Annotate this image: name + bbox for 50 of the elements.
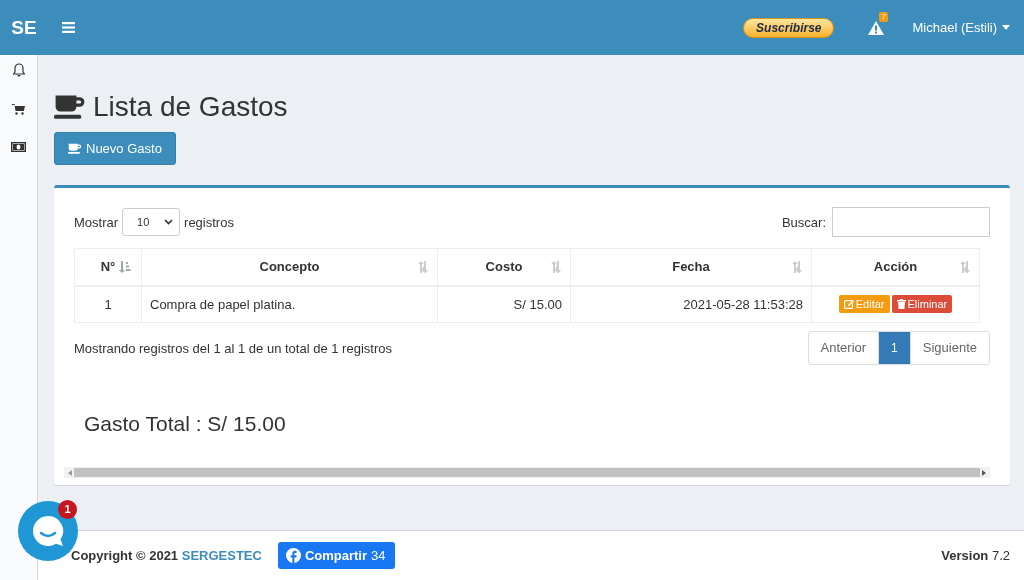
records-label: registros	[184, 214, 234, 230]
table-cell: 2021-05-28 11:53:28	[570, 285, 812, 323]
scroll-right-icon[interactable]	[982, 469, 986, 476]
share-button[interactable]: Compartir 34	[277, 542, 395, 569]
page-button[interactable]: 1	[878, 332, 910, 364]
sort-icon	[417, 261, 429, 273]
caret-icon	[1002, 25, 1010, 30]
page-button[interactable]: Anterior	[808, 332, 879, 364]
table-cell: Compra de papel platina.	[141, 285, 438, 323]
sort-icon	[118, 261, 131, 273]
subscribe-button[interactable]: Suscribirse	[743, 17, 835, 38]
column-header[interactable]: Costo	[437, 248, 571, 286]
column-header[interactable]: N°	[74, 248, 142, 286]
menu-icon[interactable]	[62, 22, 75, 33]
facebook-icon	[285, 548, 301, 563]
table-cell: S/ 15.00	[437, 285, 571, 323]
user-menu[interactable]: Michael (Estili)	[912, 20, 1010, 35]
chevron-down-icon	[164, 219, 174, 225]
show-label: Mostrar	[74, 214, 119, 230]
sort-icon	[959, 261, 971, 273]
table-cell: 1	[74, 285, 142, 323]
horizontal-scrollbar[interactable]	[64, 467, 990, 478]
total-expense: Gasto Total : S/ 15.00	[84, 412, 287, 436]
chat-icon	[31, 514, 65, 548]
alert-count-badge: 7	[879, 11, 888, 22]
coffee-cup-icon	[68, 142, 82, 155]
column-header[interactable]: Fecha	[570, 248, 812, 286]
company-link[interactable]: SERGESTEC	[181, 548, 262, 563]
app-logo[interactable]: SE	[0, 16, 48, 39]
cart-icon[interactable]	[12, 104, 25, 115]
page-title: Lista de Gastos	[93, 91, 288, 123]
page-button[interactable]: Siguiente	[909, 332, 989, 364]
new-expense-button[interactable]: Nuevo Gasto	[54, 132, 176, 165]
search-label: Buscar:	[781, 214, 826, 230]
table-info: Mostrando registros del 1 al 1 de un total de 1 registros	[74, 340, 392, 356]
bell-icon[interactable]	[12, 63, 25, 77]
search-field[interactable]	[832, 207, 990, 237]
edit-icon	[843, 299, 854, 310]
copyright-text: Copyright © 2021 SERGESTEC	[71, 548, 262, 563]
trash-icon	[896, 299, 906, 310]
page-length-select[interactable]: 10	[122, 208, 181, 236]
version-text: Version 7.2	[941, 548, 1010, 563]
warning-icon[interactable]	[868, 20, 885, 35]
delete-button[interactable]: Eliminar	[891, 295, 953, 314]
column-header[interactable]: Concepto	[141, 248, 438, 286]
column-header[interactable]: Acción	[811, 248, 980, 286]
sort-icon	[791, 261, 803, 273]
coffee-cup-icon	[54, 94, 86, 120]
sort-icon	[550, 261, 562, 273]
money-icon[interactable]	[11, 142, 26, 152]
